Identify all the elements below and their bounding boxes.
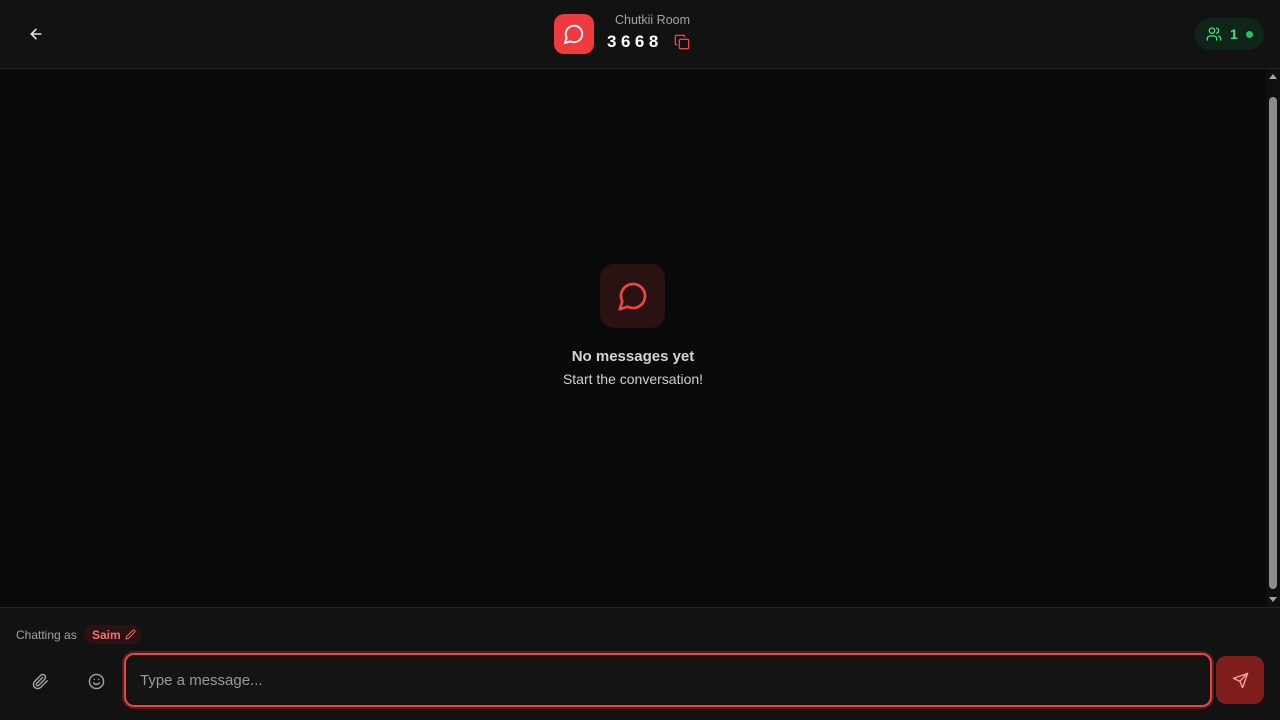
room-code: 3668 (607, 32, 663, 51)
message-input[interactable] (140, 655, 1190, 705)
empty-state-title: No messages yet (571, 348, 695, 365)
chatting-as-label: Chatting as (16, 628, 77, 642)
composer: Chatting as Saim (0, 607, 1280, 720)
message-list: No messages yet Start the conversation! (0, 69, 1266, 607)
chat-app: Chutkii Room 3668 1 No messages yet Star… (0, 0, 1280, 720)
empty-state-icon (600, 264, 665, 328)
message-circle-icon (617, 282, 646, 311)
username: Saim (92, 627, 121, 642)
empty-state-subtitle: Start the conversation! (562, 371, 704, 387)
scrollbar[interactable] (1266, 69, 1280, 607)
copy-icon (674, 34, 690, 50)
scroll-down-arrow[interactable] (1269, 597, 1277, 602)
paperclip-icon (32, 673, 48, 689)
copy-code-button[interactable] (673, 33, 691, 51)
username-chip[interactable]: Saim (84, 625, 142, 644)
pencil-icon (125, 629, 136, 640)
scroll-thumb[interactable] (1269, 97, 1277, 589)
room-header: Chutkii Room 3668 1 (0, 0, 1280, 69)
arrow-left-icon (30, 28, 42, 40)
scroll-up-arrow[interactable] (1269, 74, 1277, 79)
room-logo (554, 14, 594, 54)
send-icon (1232, 672, 1248, 688)
users-icon (1206, 27, 1222, 41)
attach-button[interactable] (26, 667, 54, 695)
members-indicator[interactable]: 1 (1195, 18, 1264, 50)
smile-icon (88, 673, 104, 689)
message-input-wrapper (124, 653, 1212, 707)
online-status-dot (1245, 30, 1253, 38)
back-button[interactable] (22, 20, 50, 48)
send-button[interactable] (1216, 656, 1264, 704)
room-title: Chutkii Room (615, 13, 691, 27)
members-count: 1 (1230, 26, 1238, 42)
emoji-button[interactable] (82, 667, 110, 695)
message-circle-icon (563, 24, 584, 45)
